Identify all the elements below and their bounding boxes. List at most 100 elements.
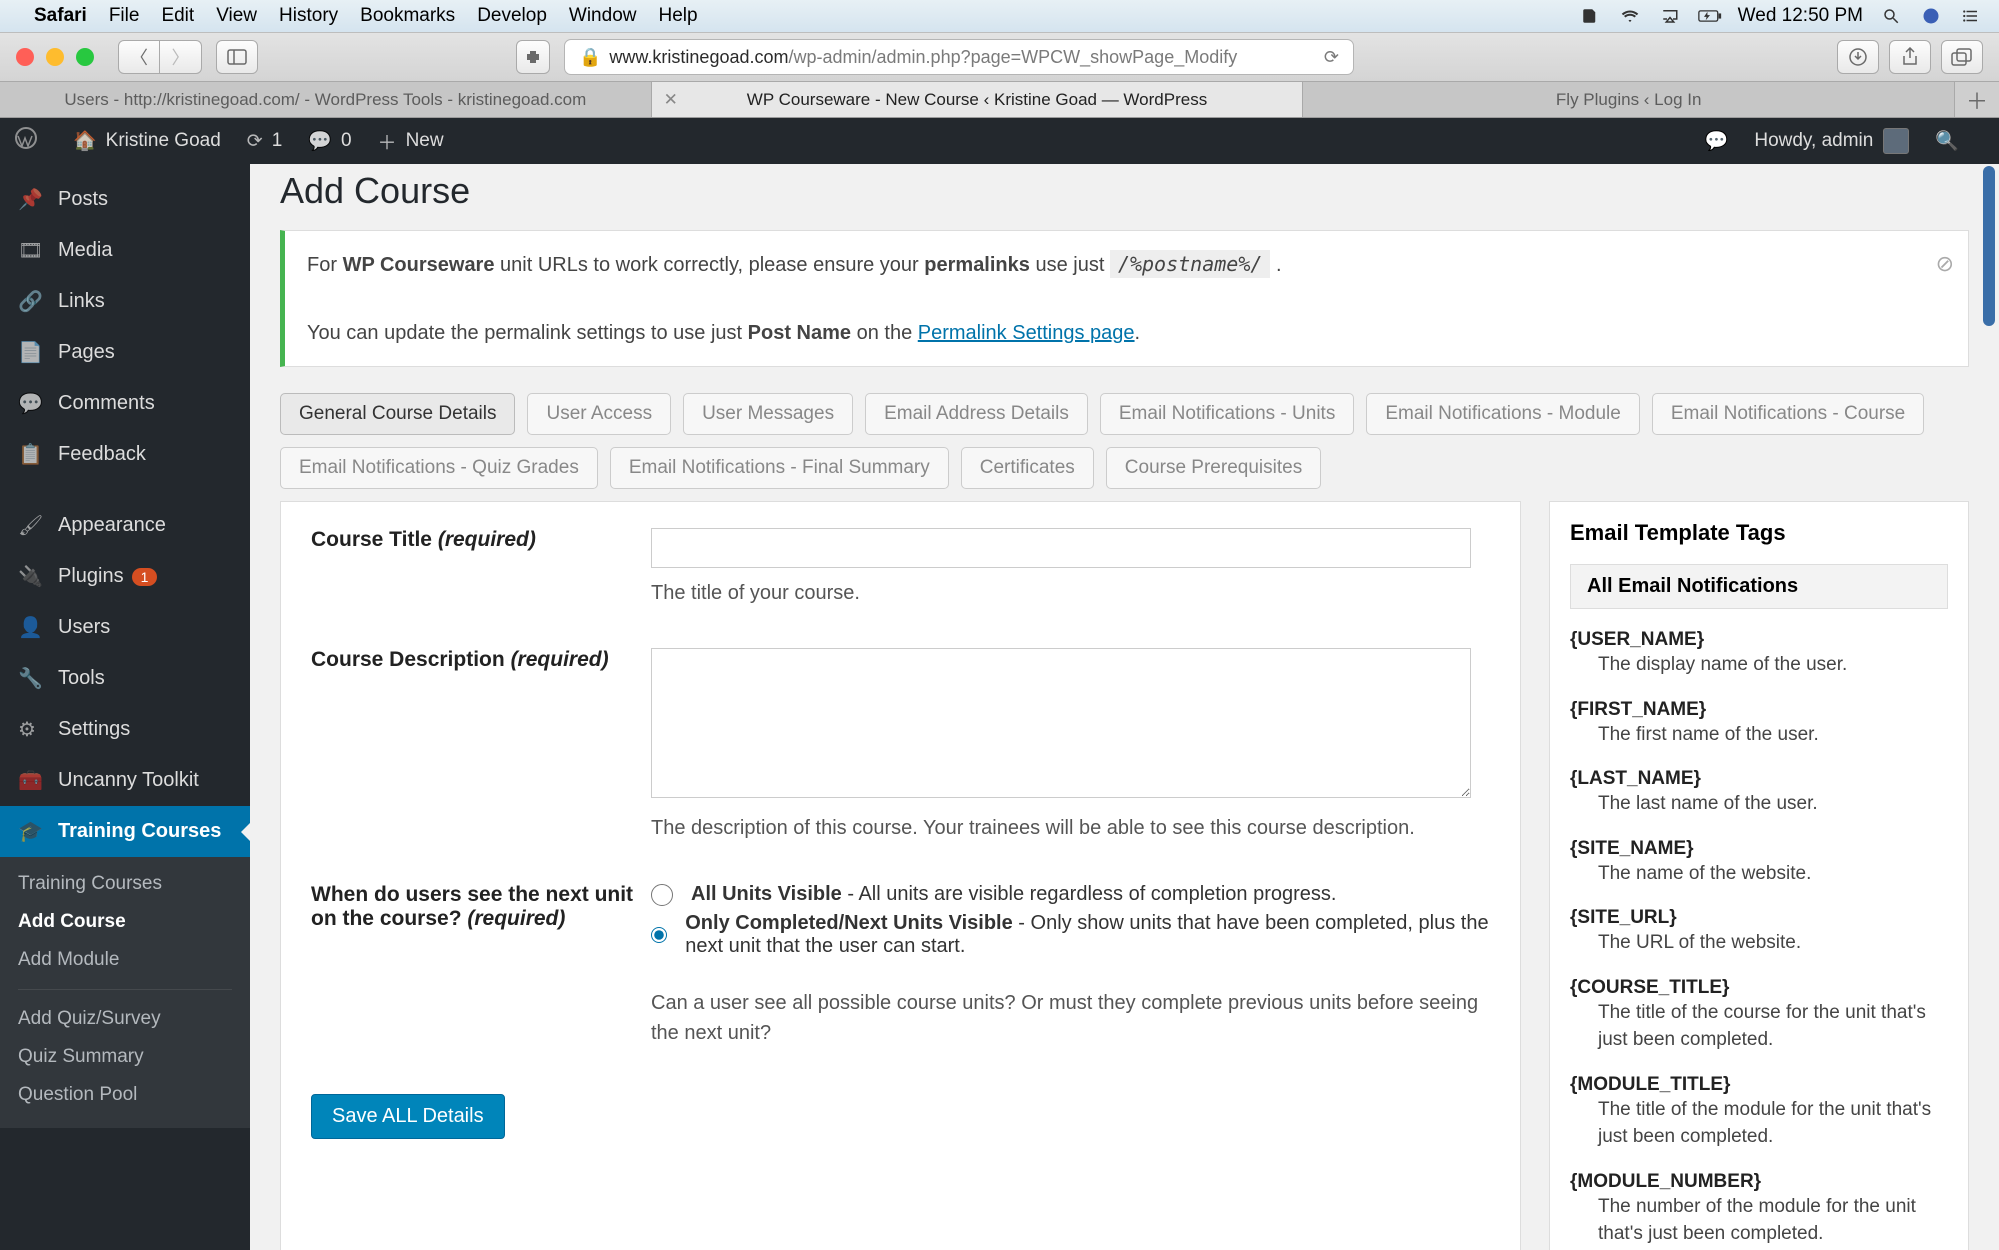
user-menu-icon[interactable] — [1919, 7, 1943, 25]
submenu-quiz-summary[interactable]: Quiz Summary — [0, 1038, 250, 1076]
forward-button[interactable]: 〉 — [160, 40, 202, 74]
comments-link[interactable]: 💬0 — [308, 129, 351, 153]
course-desc-textarea[interactable] — [651, 648, 1471, 798]
site-link[interactable]: 🏠Kristine Goad — [73, 129, 221, 153]
sidebar-item-settings[interactable]: ⚙Settings — [0, 704, 250, 755]
tabs-button[interactable] — [1941, 40, 1983, 74]
tab-general-course-details[interactable]: General Course Details — [280, 393, 515, 435]
sidebar-item-comments[interactable]: 💬Comments — [0, 378, 250, 429]
howdy-user[interactable]: Howdy, admin — [1754, 128, 1909, 154]
submenu-training-courses[interactable]: Training Courses — [0, 865, 250, 903]
minimize-window-button[interactable] — [46, 48, 64, 66]
visibility-label: When do users see the next unit on the c… — [311, 883, 651, 1048]
course-title-help: The title of your course. — [651, 578, 1490, 608]
courses-icon: 🎓 — [18, 819, 44, 844]
submenu-add-module[interactable]: Add Module — [0, 941, 250, 979]
safari-toolbar: 〈 〉 🔒 www.kristinegoad.com/wp-admin/admi… — [0, 32, 1999, 82]
sidebar-toggle-button[interactable] — [216, 40, 258, 74]
search-icon[interactable]: 🔍 — [1935, 129, 1959, 153]
side-panel-box-header: All Email Notifications — [1570, 564, 1948, 609]
menubar-window[interactable]: Window — [569, 5, 637, 27]
sidebar-item-posts[interactable]: 📌Posts — [0, 174, 250, 225]
brush-icon: 🖌 — [18, 513, 44, 538]
submenu-add-course[interactable]: Add Course — [0, 903, 250, 941]
template-tag: {LAST_NAME}The last name of the user. — [1570, 768, 1948, 818]
visibility-option-all[interactable]: All Units Visible - All units are visibl… — [651, 883, 1490, 906]
menubar-bookmarks[interactable]: Bookmarks — [360, 5, 455, 27]
dismiss-notice-button[interactable]: ⊘ — [1936, 245, 1954, 282]
menubar-view[interactable]: View — [216, 5, 257, 27]
airplay-icon[interactable] — [1658, 7, 1682, 25]
new-tab-button[interactable]: ＋ — [1955, 82, 1999, 117]
sidebar-item-tools[interactable]: 🔧Tools — [0, 653, 250, 704]
sidebar-item-pages[interactable]: 📄Pages — [0, 327, 250, 378]
course-tabs: General Course Details User Access User Me… — [280, 393, 1969, 489]
reload-icon[interactable]: ⟳ — [1324, 47, 1339, 68]
scrollbar-thumb[interactable] — [1983, 166, 1995, 326]
tab-user-messages[interactable]: User Messages — [683, 393, 853, 435]
notifications-icon[interactable]: 💬 — [1705, 129, 1729, 153]
sidebar-item-uncanny-toolkit[interactable]: 🧰Uncanny Toolkit — [0, 755, 250, 806]
sidebar-item-plugins[interactable]: 🔌Plugins1 — [0, 551, 250, 602]
address-bar[interactable]: 🔒 www.kristinegoad.com/wp-admin/admin.ph… — [564, 39, 1354, 75]
tab-email-notifications-course[interactable]: Email Notifications - Course — [1652, 393, 1924, 435]
menubar-help[interactable]: Help — [658, 5, 697, 27]
tab-email-notifications-final-summary[interactable]: Email Notifications - Final Summary — [610, 447, 949, 489]
evernote-icon[interactable] — [1578, 7, 1602, 25]
tab-email-notifications-module[interactable]: Email Notifications - Module — [1366, 393, 1639, 435]
menubar-history[interactable]: History — [279, 5, 338, 27]
visibility-radio-all[interactable] — [651, 884, 673, 906]
sidebar-item-appearance[interactable]: 🖌Appearance — [0, 500, 250, 551]
page-icon: 📄 — [18, 340, 44, 365]
menubar-edit[interactable]: Edit — [161, 5, 194, 27]
submenu-question-pool[interactable]: Question Pool — [0, 1076, 250, 1114]
close-window-button[interactable] — [16, 48, 34, 66]
tab-certificates[interactable]: Certificates — [961, 447, 1094, 489]
app-name[interactable]: Safari — [34, 5, 87, 27]
sidebar-item-media[interactable]: 🎞Media — [0, 225, 250, 276]
spotlight-icon[interactable] — [1879, 7, 1903, 25]
new-link[interactable]: ＋New — [378, 128, 444, 155]
tab-email-notifications-units[interactable]: Email Notifications - Units — [1100, 393, 1354, 435]
close-tab-icon[interactable]: ✕ — [664, 90, 678, 110]
battery-icon[interactable] — [1698, 7, 1722, 25]
course-form-panel: Course Title (required) The title of you… — [280, 501, 1521, 1250]
url-path: /wp-admin/admin.php?page=WPCW_showPage_M… — [789, 47, 1238, 68]
permalink-settings-link[interactable]: Permalink Settings page — [918, 322, 1135, 344]
browser-tab-2[interactable]: Fly Plugins ‹ Log In — [1303, 82, 1955, 117]
submenu-add-quiz-survey[interactable]: Add Quiz/Survey — [0, 1000, 250, 1038]
browser-tab-1[interactable]: ✕WP Courseware - New Course ‹ Kristine G… — [652, 82, 1304, 117]
link-icon: 🔗 — [18, 289, 44, 314]
sidebar-item-feedback[interactable]: 📋Feedback — [0, 429, 250, 480]
course-title-input[interactable] — [651, 528, 1471, 568]
back-button[interactable]: 〈 — [118, 40, 160, 74]
visibility-radio-completed[interactable] — [651, 924, 667, 946]
share-button[interactable] — [1889, 40, 1931, 74]
wifi-icon[interactable] — [1618, 7, 1642, 25]
maximize-window-button[interactable] — [76, 48, 94, 66]
menubar-file[interactable]: File — [109, 5, 140, 27]
tab-email-notifications-quiz-grades[interactable]: Email Notifications - Quiz Grades — [280, 447, 598, 489]
sidebar-item-links[interactable]: 🔗Links — [0, 276, 250, 327]
browser-tab-0[interactable]: Users - http://kristinegoad.com/ - WordP… — [0, 82, 652, 117]
tab-user-access[interactable]: User Access — [527, 393, 671, 435]
menu-list-icon[interactable] — [1959, 7, 1983, 25]
content-scrollbar[interactable] — [1981, 164, 1997, 1250]
visibility-option-completed[interactable]: Only Completed/Next Units Visible - Only… — [651, 912, 1490, 958]
menubar-develop[interactable]: Develop — [477, 5, 547, 27]
save-all-button[interactable]: Save ALL Details — [311, 1094, 505, 1139]
downloads-button[interactable] — [1837, 40, 1879, 74]
updates-link[interactable]: ⟳1 — [247, 130, 283, 153]
user-icon: 👤 — [18, 615, 44, 640]
pin-icon: 📌 — [18, 187, 44, 212]
sidebar-item-users[interactable]: 👤Users — [0, 602, 250, 653]
tab-course-prerequisites[interactable]: Course Prerequisites — [1106, 447, 1321, 489]
wp-logo[interactable] — [14, 126, 47, 156]
extension-button[interactable] — [516, 40, 550, 74]
clock[interactable]: Wed 12:50 PM — [1738, 5, 1863, 27]
template-tag: {USER_NAME}The display name of the user. — [1570, 629, 1948, 679]
template-tag: {FIRST_NAME}The first name of the user. — [1570, 699, 1948, 749]
window-controls — [16, 48, 94, 66]
tab-email-address-details[interactable]: Email Address Details — [865, 393, 1088, 435]
sidebar-item-training-courses[interactable]: 🎓Training Courses — [0, 806, 250, 857]
